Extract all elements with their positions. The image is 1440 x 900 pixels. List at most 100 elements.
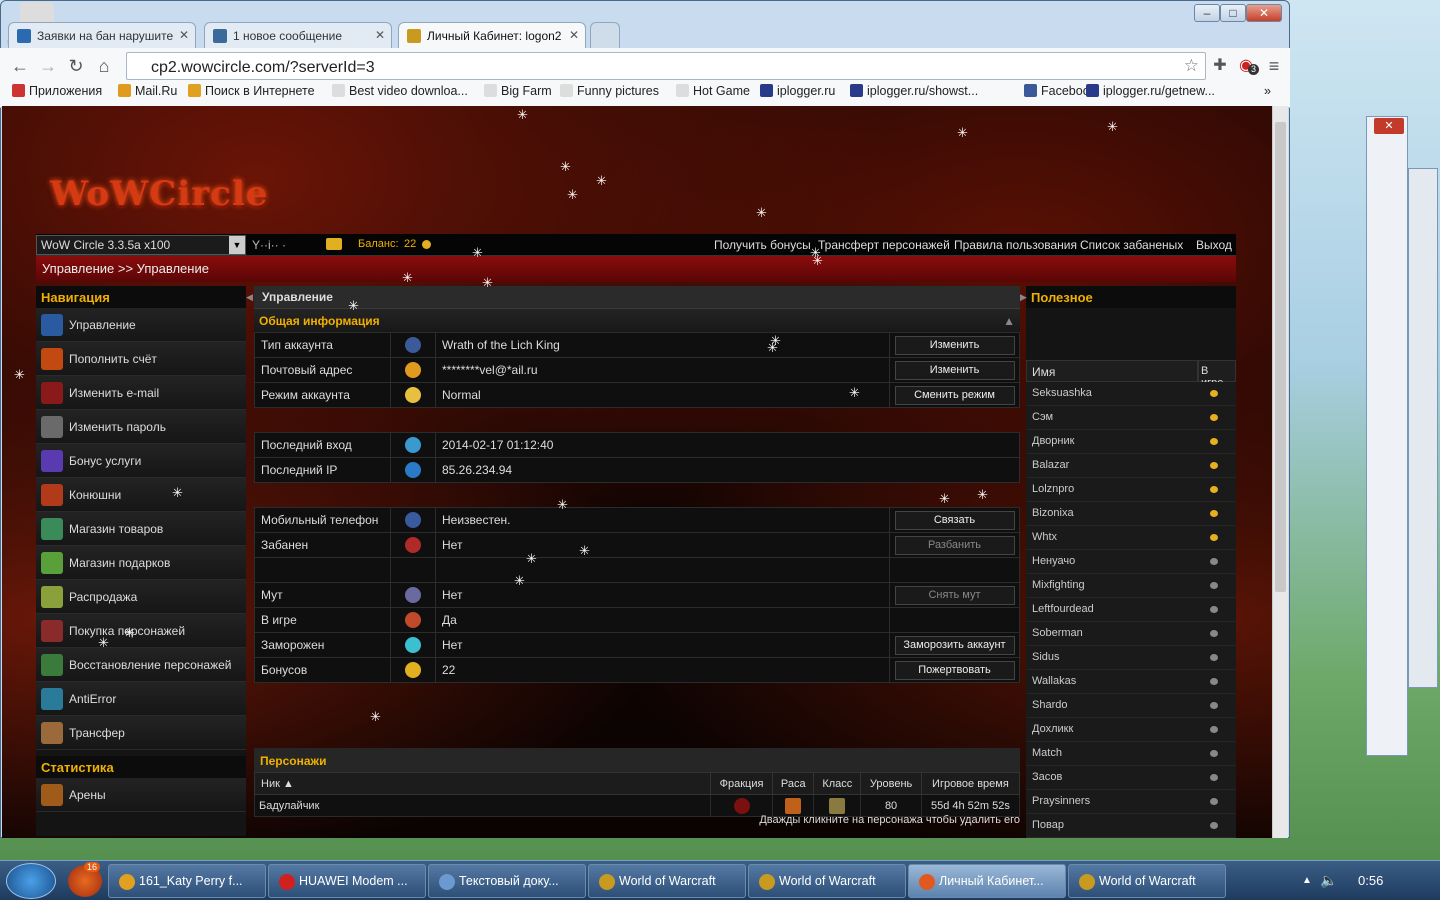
page-scrollbar[interactable] — [1272, 106, 1288, 838]
friend-row[interactable]: Mixfighting — [1026, 574, 1236, 598]
friend-row[interactable]: Sidus — [1026, 646, 1236, 670]
clock[interactable]: 0:56 — [1358, 873, 1383, 888]
bookmark-item[interactable]: iplogger.ru/showst... — [850, 84, 978, 98]
action-button[interactable]: Изменить — [894, 360, 1015, 380]
action-button[interactable]: Заморозить аккаунт — [894, 635, 1015, 655]
menu-icon[interactable]: ≡ — [1262, 54, 1286, 78]
nav-item[interactable]: Магазин подарков — [36, 546, 246, 580]
browser-tab[interactable]: Заявки на бан нарушите ✕ — [8, 22, 196, 48]
extension-icon[interactable]: ✚ — [1208, 54, 1232, 78]
nav-item[interactable]: Магазин товаров — [36, 512, 246, 546]
action-button[interactable]: Разбанить — [894, 535, 1015, 555]
back-icon[interactable]: ← — [8, 54, 32, 78]
bookmark-item[interactable]: Приложения — [12, 84, 102, 98]
action-button[interactable]: Снять мут — [894, 585, 1015, 605]
characters-column-header[interactable]: Фракция — [709, 772, 774, 795]
nav-item[interactable]: Трансфер — [36, 716, 246, 750]
taskbar-item[interactable]: World of Warcraft — [748, 864, 906, 898]
friends-col-online[interactable]: В игре — [1198, 360, 1236, 389]
bookmark-item[interactable]: Поиск в Интернете — [188, 84, 315, 98]
nav-item[interactable]: Изменить e-mail — [36, 376, 246, 410]
taskbar-item[interactable]: HUAWEI Modem ... — [268, 864, 426, 898]
background-window[interactable] — [1366, 116, 1408, 756]
bookmarks-overflow-icon[interactable]: » — [1264, 84, 1271, 98]
bookmark-item[interactable]: Funny pictures — [560, 84, 659, 98]
friend-row[interactable]: Wallakas — [1026, 670, 1236, 694]
minimize-button[interactable]: – — [1194, 4, 1220, 22]
nav-item[interactable]: Управление — [36, 308, 246, 342]
nav-item[interactable]: Восстановление персонажей — [36, 648, 246, 682]
chevron-down-icon[interactable]: ▼ — [229, 236, 245, 254]
taskbar-item[interactable]: World of Warcraft — [588, 864, 746, 898]
friend-row[interactable]: Повар — [1026, 814, 1236, 838]
friend-row[interactable]: Balazar — [1026, 454, 1236, 478]
nav-item[interactable]: Пополнить счёт — [36, 342, 246, 376]
characters-column-header[interactable]: Игровое время — [920, 772, 1021, 795]
action-button[interactable]: Изменить — [894, 335, 1015, 355]
scrollbar-thumb[interactable] — [1275, 122, 1286, 592]
characters-column-header[interactable]: Класс — [813, 772, 862, 795]
volume-icon[interactable]: 🔈 — [1320, 872, 1337, 889]
top-link[interactable]: Трансферт персонажей — [818, 238, 950, 252]
friend-row[interactable]: Bizonixa — [1026, 502, 1236, 526]
friend-row[interactable]: Leftfourdead — [1026, 598, 1236, 622]
bookmark-item[interactable]: Best video downloa... — [332, 84, 468, 98]
close-button[interactable]: ✕ — [1246, 4, 1282, 22]
browser-tab[interactable]: Личный Кабинет: logon2 ✕ — [398, 22, 586, 48]
action-button[interactable]: Пожертвовать — [894, 660, 1015, 680]
friend-row[interactable]: Seksuashka — [1026, 382, 1236, 406]
nav-item[interactable]: AntiError — [36, 682, 246, 716]
collapse-icon[interactable]: ▲ — [1003, 314, 1015, 328]
taskbar-item[interactable]: Личный Кабинет... — [908, 864, 1066, 898]
friend-row[interactable]: Soberman — [1026, 622, 1236, 646]
tab-close-icon[interactable]: ✕ — [375, 28, 385, 42]
start-button[interactable] — [6, 863, 56, 899]
friend-row[interactable]: Засов — [1026, 766, 1236, 790]
nav-item[interactable]: Конюшни — [36, 478, 246, 512]
friend-row[interactable]: Match — [1026, 742, 1236, 766]
tray-arrow-icon[interactable]: ▲ — [1302, 875, 1312, 886]
friend-row[interactable]: Whtx — [1026, 526, 1236, 550]
bookmark-item[interactable]: Big Farm — [484, 84, 552, 98]
reload-icon[interactable]: ↻ — [64, 54, 88, 78]
top-link[interactable]: Список забаненых — [1080, 238, 1183, 252]
left-panel-toggle[interactable]: ◀ — [246, 292, 253, 303]
bookmark-item[interactable]: Mail.Ru — [118, 84, 177, 98]
nav-item[interactable]: Бонус услуги — [36, 444, 246, 478]
maximize-button[interactable]: □ — [1220, 4, 1246, 22]
friend-row[interactable]: Praysinners — [1026, 790, 1236, 814]
home-icon[interactable]: ⌂ — [92, 54, 116, 78]
new-tab-button[interactable] — [590, 22, 620, 48]
friend-row[interactable]: Ненуачо — [1026, 550, 1236, 574]
friend-row[interactable]: Дохликк — [1026, 718, 1236, 742]
bookmark-item[interactable]: Hot Game — [676, 84, 750, 98]
extension-badge-icon[interactable]: ◉ 3 — [1234, 54, 1260, 78]
taskbar-item[interactable]: Текстовый доку... — [428, 864, 586, 898]
bookmark-star-icon[interactable]: ☆ — [1184, 56, 1199, 76]
nav-item[interactable]: Изменить пароль — [36, 410, 246, 444]
taskbar-item[interactable]: 161_Katy Perry f... — [108, 864, 266, 898]
forward-icon[interactable]: → — [36, 54, 60, 78]
friend-row[interactable]: Shardo — [1026, 694, 1236, 718]
action-button[interactable]: Сменить режим — [894, 385, 1015, 405]
friend-row[interactable]: Lolznpro — [1026, 478, 1236, 502]
bookmark-item[interactable]: iplogger.ru/getnew... — [1086, 84, 1215, 98]
top-link[interactable]: Выход — [1196, 238, 1232, 252]
friend-row[interactable]: Дворник — [1026, 430, 1236, 454]
friend-row[interactable]: Сэм — [1026, 406, 1236, 430]
nav-item[interactable]: Покупка персонажей — [36, 614, 246, 648]
nav-item[interactable]: Распродажа — [36, 580, 246, 614]
top-link[interactable]: Получить бонусы — [714, 238, 811, 252]
characters-column-header[interactable]: Раса — [772, 772, 815, 795]
action-button[interactable]: Связать — [894, 510, 1015, 530]
taskbar-item[interactable]: World of Warcraft — [1068, 864, 1226, 898]
address-bar[interactable]: cp2.wowcircle.com/?serverId=3 ☆ — [126, 52, 1206, 80]
browser-tab[interactable]: 1 новое сообщение ✕ — [204, 22, 392, 48]
bookmark-item[interactable]: iplogger.ru — [760, 84, 835, 98]
top-link[interactable]: Правила пользования — [954, 238, 1077, 252]
mail-icon[interactable] — [326, 238, 342, 250]
stats-item[interactable]: Арены — [36, 778, 246, 812]
bg-close-icon[interactable]: ✕ — [1374, 118, 1404, 134]
characters-column-header[interactable]: Уровень — [860, 772, 922, 795]
realm-select[interactable]: WoW Circle 3.3.5a x100 ▼ — [36, 235, 246, 255]
